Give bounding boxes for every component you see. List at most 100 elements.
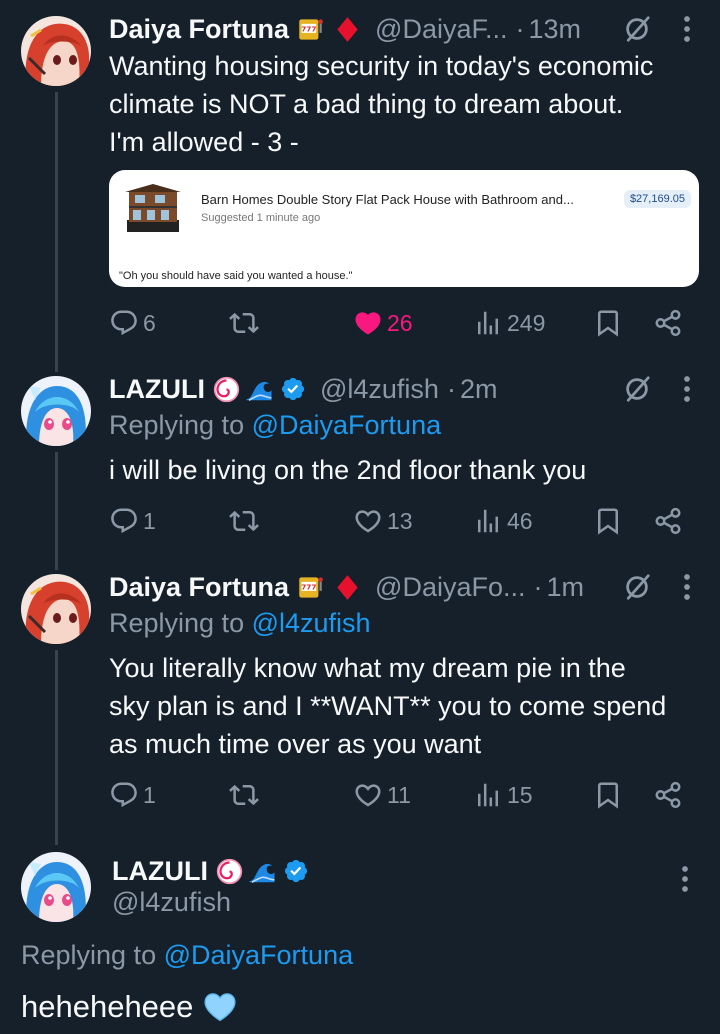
retweet-icon [229, 308, 259, 338]
card-title: Barn Homes Double Story Flat Pack House … [201, 192, 574, 207]
light-blue-heart-icon [203, 990, 237, 1024]
author-emojis [213, 374, 306, 404]
author-name[interactable]: LAZULI [109, 374, 205, 405]
author-handle[interactable]: @DaiyaFo... [375, 572, 525, 603]
card-price: $27,169.05 [623, 190, 691, 208]
view-count: 15 [507, 781, 533, 808]
replying-to: Replying to @DaiyaFortuna [109, 410, 442, 440]
bookmark-button[interactable] [593, 305, 627, 341]
thread-line [55, 452, 58, 570]
bookmark-icon [593, 308, 623, 338]
author-name[interactable]: LAZULI [112, 856, 208, 887]
views-button[interactable]: 46 [473, 503, 533, 539]
like-button[interactable]: 13 [353, 503, 413, 539]
like-count: 13 [387, 507, 413, 534]
reply-button[interactable]: 1 [109, 777, 156, 813]
verified-badge-icon [280, 376, 306, 402]
tweet-header: Daiya Fortuna @DaiyaFo... · 1m [109, 569, 696, 605]
card-subtitle: Suggested 1 minute ago [201, 212, 321, 224]
like-button[interactable]: 11 [353, 777, 411, 813]
red-diamond-icon [334, 16, 361, 43]
author-handle[interactable]: @l4zufish [320, 374, 439, 405]
retweet-button[interactable] [229, 777, 263, 813]
grok-icon[interactable] [622, 374, 652, 404]
timestamp[interactable]: 13m [529, 14, 582, 45]
link-card[interactable]: Barn Homes Double Story Flat Pack House … [109, 170, 699, 287]
wave-icon [247, 856, 277, 886]
replying-to-link[interactable]: @DaiyaFortuna [164, 940, 354, 970]
bookmark-button[interactable] [593, 777, 627, 813]
avatar[interactable] [21, 852, 91, 922]
thread-line [55, 92, 58, 372]
tweet-text: heheheheee [21, 989, 237, 1025]
retweet-icon [229, 506, 259, 536]
share-icon [653, 308, 683, 338]
author-handle[interactable]: @DaiyaF... [375, 14, 507, 45]
red-diamond-icon [334, 574, 361, 601]
separator-dot: · [515, 13, 525, 44]
views-button[interactable]: 15 [473, 777, 533, 813]
tweet-text: You literally know what my dream pie in … [109, 653, 667, 759]
views-icon [473, 780, 503, 810]
spiral-icon [216, 858, 243, 885]
tweet-header: Daiya Fortuna @DaiyaF... · 13m [109, 11, 696, 47]
more-icon[interactable] [678, 374, 696, 404]
retweet-button[interactable] [229, 305, 263, 341]
liked-heart-icon [353, 308, 383, 338]
grok-icon[interactable] [622, 572, 652, 602]
author-handle[interactable]: @l4zufish [112, 887, 231, 918]
replying-to: Replying to @DaiyaFortuna [21, 940, 354, 970]
tweet-actions: 1 11 15 [109, 777, 686, 813]
author-emojis [216, 856, 309, 886]
verified-badge-icon [283, 858, 309, 884]
bookmark-button[interactable] [593, 503, 627, 539]
author-name[interactable]: Daiya Fortuna [109, 572, 289, 603]
share-icon [653, 506, 683, 536]
focused-author: LAZULI [112, 853, 309, 889]
retweet-icon [229, 780, 259, 810]
reply-icon [109, 308, 139, 338]
avatar[interactable] [21, 16, 91, 86]
reply-count: 1 [143, 781, 156, 808]
slot-machine-icon [297, 16, 324, 43]
reply-button[interactable]: 6 [109, 305, 156, 341]
author-name[interactable]: Daiya Fortuna [109, 14, 289, 45]
replying-to-link[interactable]: @DaiyaFortuna [252, 410, 442, 440]
separator-dot: · [446, 373, 456, 404]
tweet-header: LAZULI @l4zufish · 2m [109, 371, 696, 407]
share-button[interactable] [653, 305, 687, 341]
tweet-text: Wanting housing security in today's econ… [109, 51, 654, 157]
views-icon [473, 308, 503, 338]
more-icon[interactable] [678, 572, 696, 602]
author-emojis [297, 574, 361, 601]
share-icon [653, 780, 683, 810]
like-count: 26 [387, 309, 413, 336]
timestamp[interactable]: 2m [460, 374, 498, 405]
avatar[interactable] [21, 574, 91, 644]
reply-icon [109, 506, 139, 536]
card-quote: "Oh you should have said you wanted a ho… [119, 270, 353, 282]
share-button[interactable] [653, 777, 687, 813]
like-count: 11 [387, 781, 411, 808]
replying-to: Replying to @l4zufish [109, 608, 371, 638]
thread-line [55, 650, 58, 845]
reply-count: 1 [143, 507, 156, 534]
heart-icon [353, 780, 383, 810]
spiral-icon [213, 376, 240, 403]
reply-button[interactable]: 1 [109, 503, 156, 539]
avatar[interactable] [21, 376, 91, 446]
tweet-actions: 6 26 249 [109, 305, 686, 341]
wave-icon [244, 374, 274, 404]
replying-to-link[interactable]: @l4zufish [252, 608, 371, 638]
like-button[interactable]: 26 [353, 305, 413, 341]
view-count: 249 [507, 309, 546, 336]
separator-dot: · [533, 571, 543, 602]
bookmark-icon [593, 780, 623, 810]
more-icon[interactable] [676, 864, 694, 894]
share-button[interactable] [653, 503, 687, 539]
more-icon[interactable] [678, 14, 696, 44]
grok-icon[interactable] [622, 14, 652, 44]
retweet-button[interactable] [229, 503, 263, 539]
views-button[interactable]: 249 [473, 305, 545, 341]
timestamp[interactable]: 1m [547, 572, 585, 603]
